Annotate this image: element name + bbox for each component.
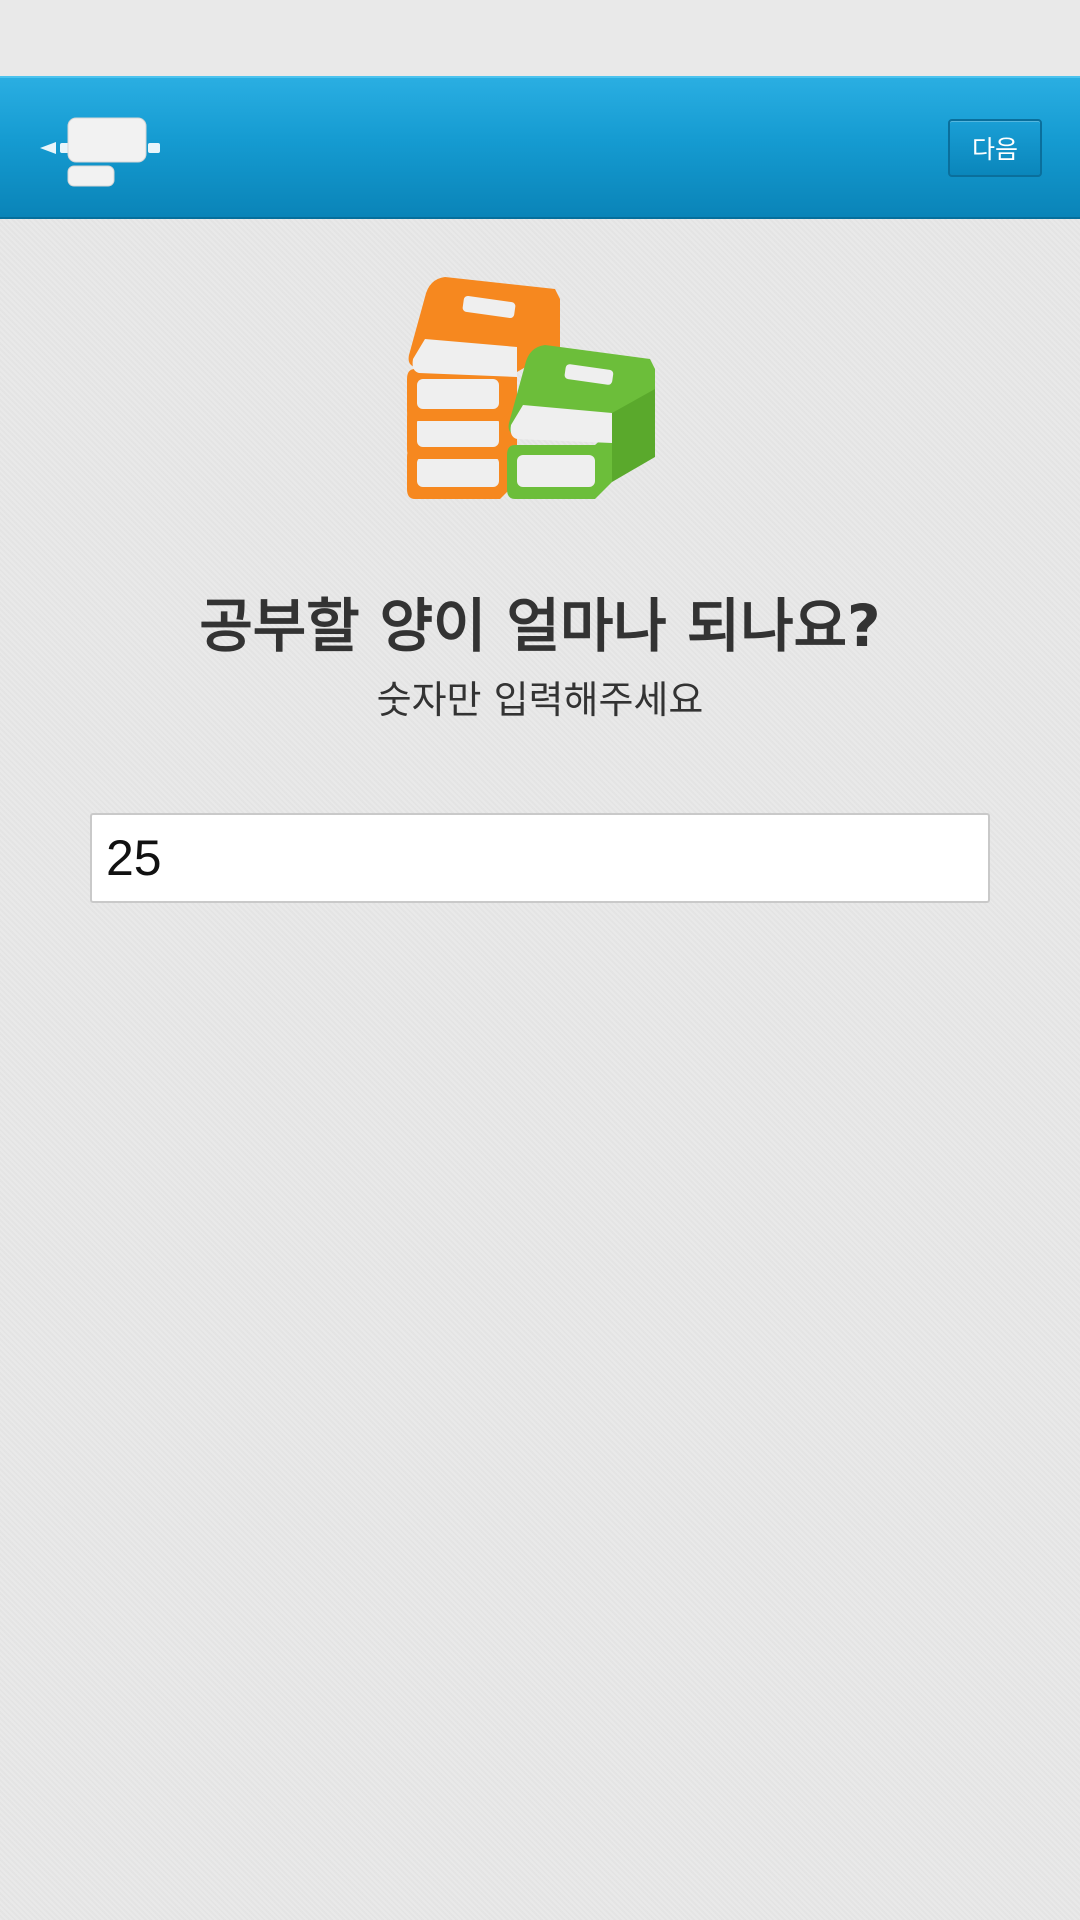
status-bar xyxy=(0,0,1080,76)
question-title: 공부할 양이 얼마나 되나요? xyxy=(199,592,881,660)
main-content: 공부할 양이 얼마나 되나요? 숫자만 입력해주세요 xyxy=(0,219,1080,1920)
projector-presentation-icon[interactable] xyxy=(36,108,166,188)
stacked-books-icon xyxy=(405,277,675,517)
hint-text: 숫자만 입력해주세요 xyxy=(376,678,704,722)
amount-input[interactable] xyxy=(90,813,990,903)
next-button[interactable]: 다음 xyxy=(948,119,1042,177)
action-bar: 다음 xyxy=(0,76,1080,219)
